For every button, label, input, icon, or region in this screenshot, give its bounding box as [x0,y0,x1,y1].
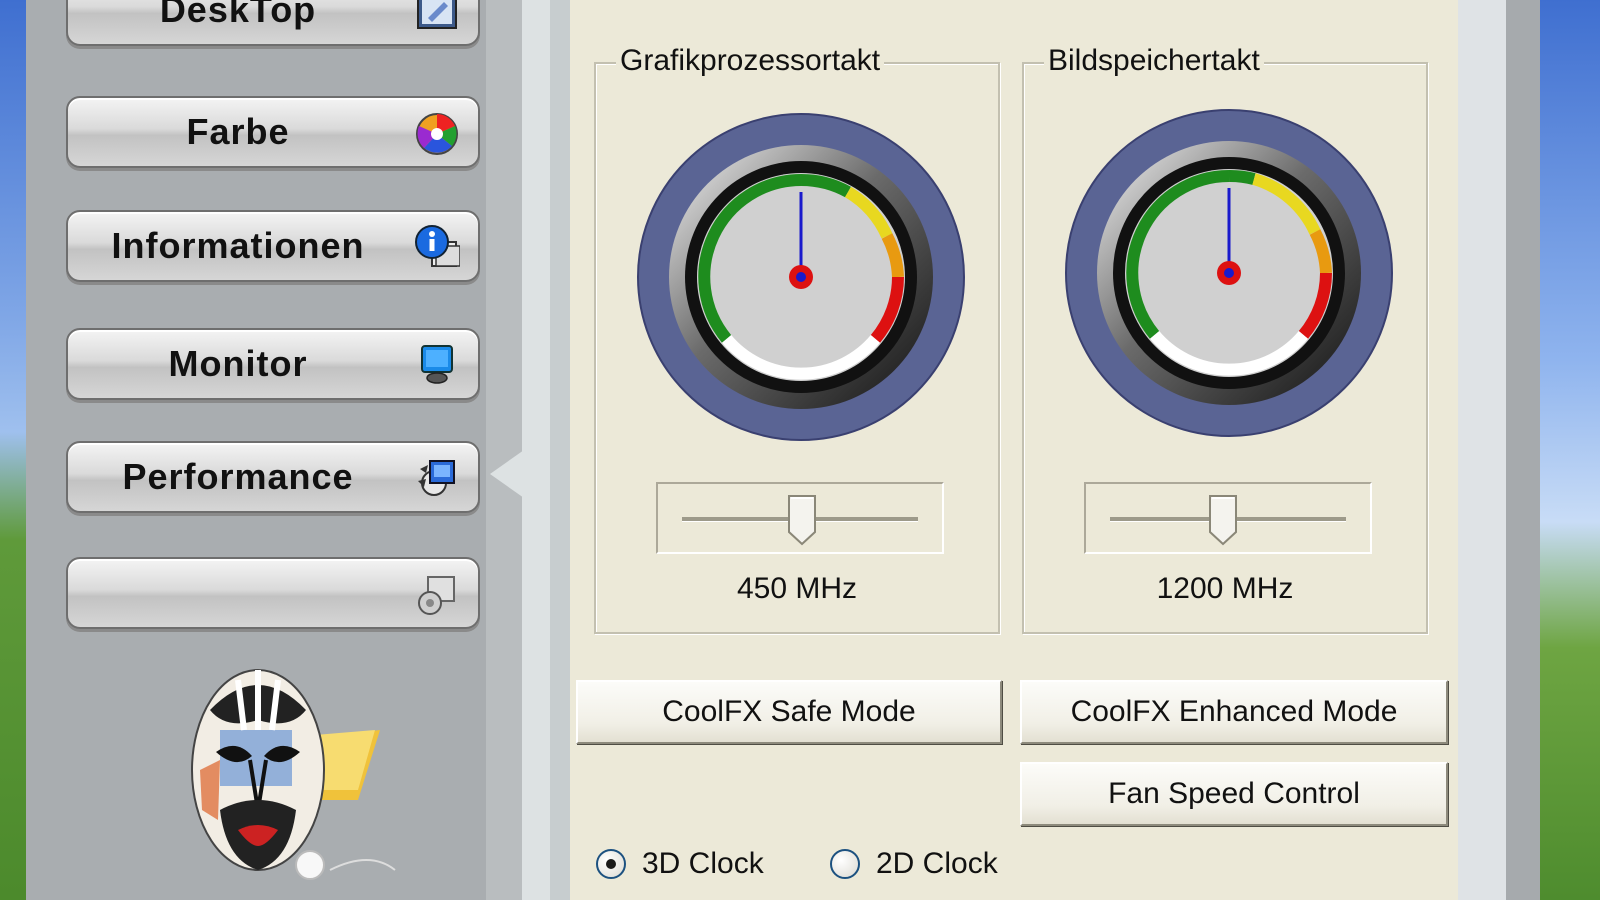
desktop-icon [417,0,457,29]
radio-indicator[interactable] [596,849,626,879]
radio-3d-clock[interactable]: 3D Clock [596,846,764,882]
memory-clock-slider[interactable] [1084,482,1372,554]
nav-button-label: Monitor [168,343,308,384]
nav-button-monitor[interactable]: Monitor [66,328,480,400]
fan-speed-control-button[interactable]: Fan Speed Control [1020,762,1448,826]
memory-clock-gauge [1065,109,1393,437]
gpu-clock-group: Grafikprozessortakt 450 MHz [594,44,1000,634]
radio-label: 2D Clock [876,847,998,880]
active-item-pointer [490,450,524,498]
gpu-clock-slider[interactable] [656,482,944,554]
window-frame-edge [1506,0,1540,900]
opera-mask-logo [191,669,396,880]
gpu-clock-gauge [637,113,965,441]
panel-edge [1458,0,1506,900]
nav-button-label: Farbe [186,111,290,152]
radio-2d-clock[interactable]: 2D Clock [830,846,998,882]
panel-divider-inner [550,0,570,900]
info-icon [415,225,460,267]
coolfx-safe-mode-button[interactable]: CoolFX Safe Mode [576,680,1002,744]
nav-button-blank[interactable] [66,557,480,629]
slider-thumb[interactable] [1208,494,1238,546]
desktop-background-left [0,0,26,900]
radio-indicator[interactable] [830,849,860,879]
memory-clock-title: Bildspeichertakt [1044,44,1264,78]
nav-button-label [68,559,408,627]
monitor-icon [421,345,453,384]
slider-thumb[interactable] [787,494,817,546]
settings-icon [418,576,455,615]
nav-button-farbe[interactable]: Farbe [66,96,480,168]
color-palette-icon [416,113,458,155]
radio-label: 3D Clock [642,847,764,880]
nav-button-label: Performance [122,456,354,497]
memory-clock-value: 1200 MHz [1156,572,1294,605]
memory-clock-group: Bildspeichertakt 1200 MHz [1022,44,1428,634]
performance-icon [418,460,455,496]
nav-button-label: DeskTop [159,0,317,30]
coolfx-enhanced-mode-button[interactable]: CoolFX Enhanced Mode [1020,680,1448,744]
panel-divider [522,0,550,900]
nav-button-desktop[interactable]: DeskTop [66,0,480,46]
nav-button-informationen[interactable]: Informationen [66,210,480,282]
gpu-clock-title: Grafikprozessortakt [616,44,885,78]
desktop-background-right [1540,0,1600,900]
gpu-clock-value: 450 MHz [736,572,858,605]
nav-button-label: Informationen [111,225,365,266]
nav-button-performance[interactable]: Performance [66,441,480,513]
